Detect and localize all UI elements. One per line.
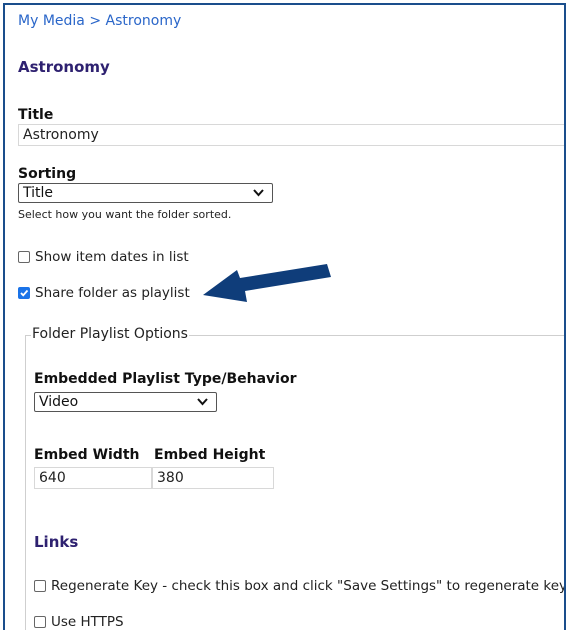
share-playlist-checkbox-row[interactable]: Share folder as playlist <box>18 285 190 301</box>
embed-width-label: Embed Width <box>34 447 140 463</box>
share-playlist-label: Share folder as playlist <box>35 285 190 301</box>
title-input[interactable]: Astronomy <box>18 124 564 146</box>
sorting-selected-value: Title <box>23 185 54 201</box>
playlist-type-select[interactable]: Video <box>34 392 217 412</box>
callout-arrow-icon <box>203 264 331 302</box>
checkmark-icon <box>20 289 29 297</box>
playlist-options-legend: Folder Playlist Options <box>31 326 189 342</box>
title-label: Title <box>18 107 54 123</box>
playlist-type-label: Embedded Playlist Type/Behavior <box>34 371 297 387</box>
show-dates-label: Show item dates in list <box>35 249 189 265</box>
embed-height-label: Embed Height <box>154 447 266 463</box>
show-dates-checkbox-row[interactable]: Show item dates in list <box>18 249 189 265</box>
share-playlist-checkbox[interactable] <box>18 287 30 299</box>
use-https-label: Use HTTPS <box>51 614 124 630</box>
regenerate-key-checkbox[interactable] <box>34 580 46 592</box>
breadcrumb-separator: > <box>89 13 102 29</box>
use-https-checkbox[interactable] <box>34 616 46 628</box>
playlist-type-selected-value: Video <box>39 394 79 410</box>
page-title: Astronomy <box>18 58 110 76</box>
use-https-checkbox-row[interactable]: Use HTTPS <box>34 614 124 630</box>
settings-panel: My Media > Astronomy Astronomy Title Ast… <box>3 3 566 630</box>
breadcrumb-my-media[interactable]: My Media <box>18 13 85 29</box>
sorting-hint: Select how you want the folder sorted. <box>18 208 232 221</box>
breadcrumb-current[interactable]: Astronomy <box>106 13 182 29</box>
chevron-down-icon <box>197 398 208 406</box>
chevron-down-icon <box>253 189 264 197</box>
links-heading: Links <box>34 533 79 551</box>
regenerate-key-label: Regenerate Key - check this box and clic… <box>51 578 566 594</box>
sorting-label: Sorting <box>18 166 77 182</box>
sorting-select[interactable]: Title <box>18 183 273 203</box>
show-dates-checkbox[interactable] <box>18 251 30 263</box>
fieldset-border-left <box>25 335 26 630</box>
regenerate-key-checkbox-row[interactable]: Regenerate Key - check this box and clic… <box>34 578 566 594</box>
breadcrumb: My Media > Astronomy <box>18 13 181 29</box>
embed-width-input[interactable]: 640 <box>34 467 152 489</box>
embed-height-input[interactable]: 380 <box>152 467 274 489</box>
